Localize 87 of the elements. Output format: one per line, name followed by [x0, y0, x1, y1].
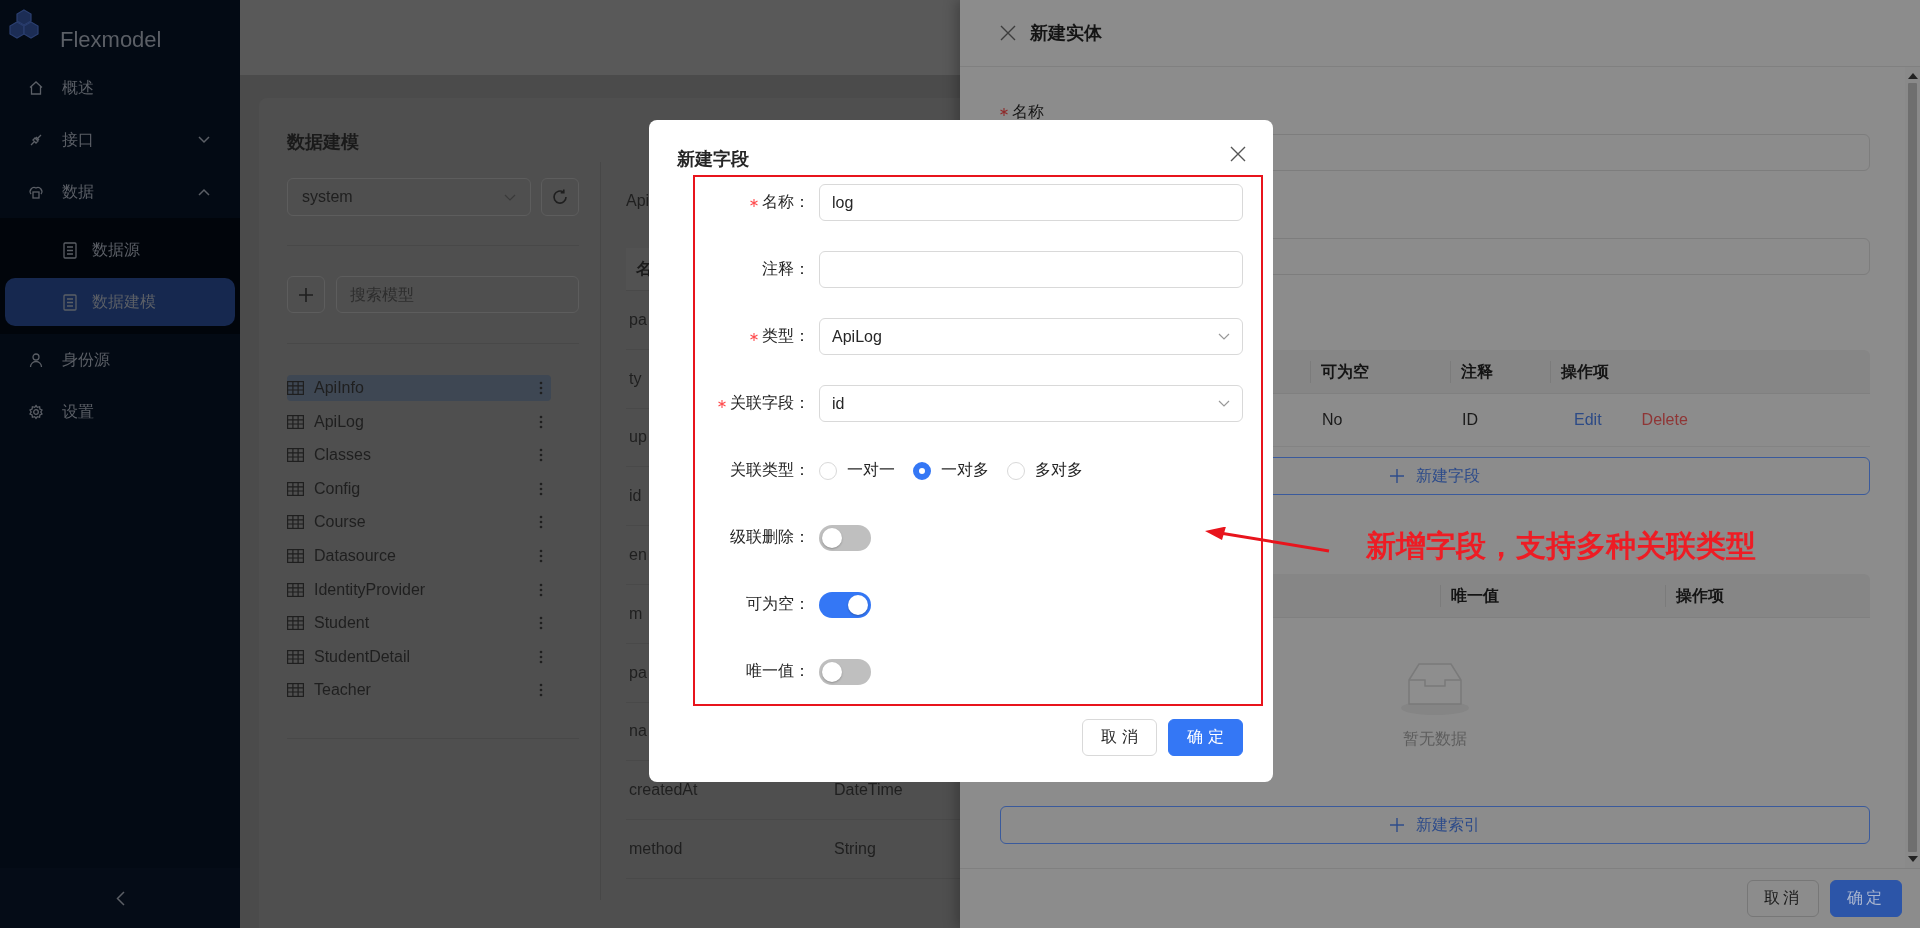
add-model-button[interactable]	[287, 276, 325, 313]
chevron-down-icon	[1218, 333, 1230, 340]
radio-option[interactable]: 一对多	[913, 460, 989, 481]
column-header: 操作项	[1665, 584, 1870, 607]
more-icon[interactable]	[539, 649, 543, 664]
field-label: 可为空：	[746, 594, 810, 614]
input-field[interactable]: log	[819, 184, 1243, 221]
menu-item[interactable]: 设置	[0, 386, 240, 438]
drawer-title: 新建实体	[1030, 22, 1102, 45]
more-icon[interactable]	[539, 481, 543, 496]
close-icon[interactable]	[1000, 25, 1016, 41]
table-icon	[287, 548, 304, 563]
cancel-button[interactable]: 取 消	[1082, 719, 1157, 756]
home-icon	[28, 80, 44, 96]
scrollbar-thumb[interactable]	[1908, 83, 1917, 852]
scroll-up-icon[interactable]	[1907, 73, 1918, 79]
menu-item[interactable]: 概述	[0, 62, 240, 114]
cubes-logo-icon	[8, 8, 40, 40]
field-label: 名称	[1012, 101, 1044, 122]
add-index-button[interactable]: 新建索引	[1000, 806, 1870, 844]
select-field[interactable]: ApiLog	[819, 318, 1243, 355]
submenu-item[interactable]: 数据源	[5, 226, 235, 274]
table-icon	[287, 381, 304, 395]
field-label: 唯一值：	[746, 661, 810, 681]
toggle-switch[interactable]	[819, 591, 871, 618]
field-label: 关联字段：	[730, 393, 810, 413]
table-icon	[287, 683, 304, 698]
toggle-switch[interactable]	[819, 524, 871, 551]
cloud-database-icon	[28, 184, 44, 200]
table-icon	[287, 481, 304, 496]
table-icon	[287, 649, 304, 664]
menu-item[interactable]: 接口	[0, 114, 240, 166]
dialog-title: 新建字段	[677, 148, 749, 171]
chevron-left-icon	[115, 890, 125, 906]
more-icon[interactable]	[539, 381, 543, 395]
radio-button[interactable]	[913, 461, 931, 480]
table-icon	[287, 515, 304, 530]
radio-option[interactable]: 一对一	[819, 460, 895, 481]
more-icon[interactable]	[539, 448, 543, 463]
plug-icon	[28, 132, 44, 148]
submenu-item[interactable]: 数据建模	[5, 278, 235, 326]
document-icon	[63, 293, 77, 311]
more-icon[interactable]	[539, 616, 543, 631]
more-icon[interactable]	[539, 683, 543, 698]
menu-item[interactable]: 身份源	[0, 334, 240, 386]
delete-link[interactable]: Delete	[1641, 411, 1688, 429]
close-icon[interactable]	[1230, 146, 1246, 162]
field-label: 关联类型：	[730, 460, 810, 480]
table-cell-text: No	[1321, 411, 1344, 429]
table-cell-text: ID	[1461, 411, 1479, 429]
scroll-down-icon[interactable]	[1907, 856, 1918, 862]
cancel-button[interactable]: 取消	[1747, 880, 1819, 917]
confirm-button[interactable]: 确定	[1830, 880, 1902, 917]
column-header: 唯一值	[1440, 584, 1665, 607]
toggle-switch[interactable]	[819, 658, 871, 685]
table-icon	[287, 616, 304, 631]
more-icon[interactable]	[539, 582, 543, 597]
more-icon[interactable]	[539, 414, 543, 429]
confirm-button[interactable]: 确 定	[1168, 719, 1243, 756]
refresh-icon	[551, 188, 569, 206]
field-label: 注释：	[762, 259, 810, 279]
menu-item[interactable]: 数据	[0, 166, 240, 218]
radio-option[interactable]: 多对多	[1007, 460, 1083, 481]
annotation-text: 新增字段，支持多种关联类型	[1366, 528, 1756, 564]
edit-link[interactable]: Edit	[1574, 411, 1602, 429]
chevron-down-icon	[1218, 400, 1230, 407]
select-field[interactable]: id	[819, 385, 1243, 422]
user-icon	[28, 352, 44, 368]
plus-icon	[1390, 818, 1404, 832]
table-icon	[287, 582, 304, 597]
plus-icon	[298, 286, 314, 303]
field-label: 名称：	[762, 192, 810, 212]
more-icon[interactable]	[539, 548, 543, 563]
column-header: 注释	[1450, 360, 1550, 383]
scrollbar[interactable]	[1905, 67, 1920, 868]
field-label: 类型：	[762, 326, 810, 346]
column-header: 可为空	[1310, 360, 1450, 383]
table-icon	[287, 414, 304, 429]
more-icon[interactable]	[539, 515, 543, 530]
settings-icon	[28, 404, 44, 420]
field-label: 级联删除：	[730, 527, 810, 547]
document-icon	[63, 241, 77, 259]
column-header: 操作项	[1550, 360, 1870, 383]
plus-icon	[1390, 469, 1404, 483]
brand-name: Flexmodel	[60, 28, 162, 52]
refresh-button[interactable]	[541, 178, 579, 216]
table-icon	[287, 448, 304, 463]
